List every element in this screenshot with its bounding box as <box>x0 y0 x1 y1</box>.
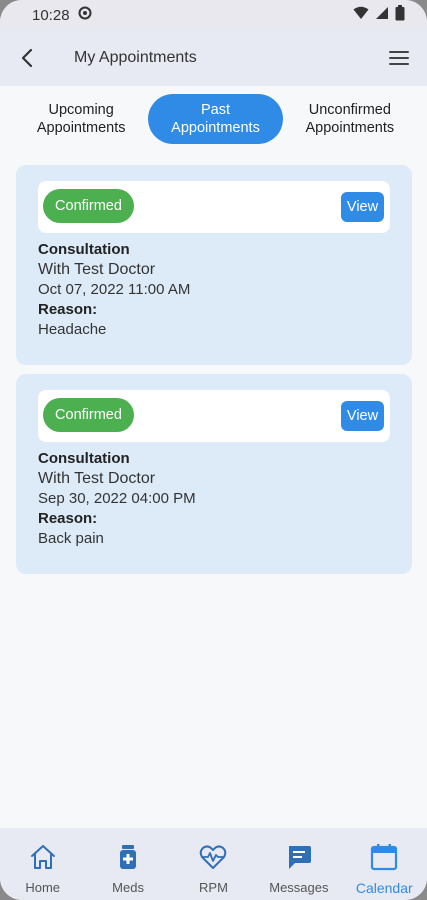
view-button[interactable]: View <box>341 401 384 431</box>
appointment-tabs: Upcoming Appointments Past Appointments … <box>0 90 427 148</box>
nav-item-messages[interactable]: Messages <box>256 842 341 895</box>
appointment-doctor: With Test Doctor <box>38 261 156 278</box>
nav-item-calendar[interactable]: Calendar <box>342 842 427 896</box>
appointment-card-header: Confirmed View <box>38 390 390 442</box>
view-button[interactable]: View <box>341 192 384 222</box>
status-time: 10:28 <box>32 6 70 24</box>
settings-status-icon <box>78 6 92 24</box>
battery-icon <box>395 5 405 25</box>
hamburger-icon-line <box>389 51 409 53</box>
tab-label-line2: Appointments <box>171 120 260 136</box>
status-left: 10:28 <box>32 6 92 24</box>
tab-label-line1: Past <box>200 102 230 118</box>
heart-pulse-icon <box>198 842 228 872</box>
appointment-reason: Headache <box>38 321 107 338</box>
status-badge: Confirmed <box>43 398 134 432</box>
status-badge: Confirmed <box>43 189 134 223</box>
nav-item-home[interactable]: Home <box>0 842 85 895</box>
nav-label: Home <box>25 880 61 895</box>
tab-label-line1: Unconfirmed <box>308 102 391 118</box>
nav-item-meds[interactable]: Meds <box>86 842 171 895</box>
appointment-doctor: With Test Doctor <box>38 470 156 487</box>
tab-label-line1: Upcoming <box>48 102 114 118</box>
tab-past-appointments[interactable]: Past Appointments <box>148 94 283 144</box>
meds-icon <box>113 842 143 872</box>
appointment-datetime: Sep 30, 2022 04:00 PM <box>38 490 196 507</box>
tab-unconfirmed-appointments[interactable]: Unconfirmed Appointments <box>283 94 417 144</box>
reason-label: Reason: <box>38 510 98 527</box>
nav-item-rpm[interactable]: RPM <box>171 842 256 895</box>
appointment-card-header: Confirmed View <box>38 181 390 233</box>
back-button[interactable] <box>16 47 38 69</box>
bottom-nav: Home Meds RPM Messages Calendar <box>0 828 427 900</box>
back-arrow-icon <box>21 48 33 68</box>
tab-upcoming-appointments[interactable]: Upcoming Appointments <box>14 94 148 144</box>
hamburger-icon-line <box>389 57 409 59</box>
nav-label: RPM <box>199 880 228 895</box>
page-title: My Appointments <box>74 49 197 66</box>
tab-label-line2: Appointments <box>305 120 395 136</box>
phone-screen: 10:28 My Appointments Upcoming Appointme… <box>0 0 427 900</box>
appointment-datetime: Oct 07, 2022 11:00 AM <box>38 281 191 298</box>
appointment-type: Consultation <box>38 241 130 258</box>
reason-label: Reason: <box>38 301 98 318</box>
tab-label: Upcoming Appointments <box>37 101 126 137</box>
hamburger-icon-line <box>389 63 409 65</box>
menu-button[interactable] <box>387 48 411 68</box>
appointment-reason: Back pain <box>38 530 104 547</box>
wifi-icon <box>353 6 369 24</box>
signal-icon <box>375 6 389 24</box>
status-bar: 10:28 <box>0 0 427 30</box>
tab-label-line2: Appointments <box>36 120 126 136</box>
tab-label: Unconfirmed Appointments <box>305 101 394 137</box>
tab-label: Past Appointments <box>171 101 260 137</box>
app-header: My Appointments <box>0 30 427 86</box>
nav-label: Calendar <box>355 880 413 896</box>
nav-label: Messages <box>269 880 329 895</box>
appointment-type: Consultation <box>38 450 130 467</box>
home-icon <box>28 842 58 872</box>
appointment-card: Confirmed View Consultation With Test Do… <box>16 374 412 574</box>
nav-label: Meds <box>112 880 144 895</box>
status-right <box>353 5 405 25</box>
message-icon <box>284 842 314 872</box>
appointment-details: Consultation With Test Doctor Sep 30, 20… <box>38 449 196 549</box>
appointment-card: Confirmed View Consultation With Test Do… <box>16 165 412 365</box>
appointment-details: Consultation With Test Doctor Oct 07, 20… <box>38 240 190 340</box>
calendar-icon <box>369 842 399 872</box>
